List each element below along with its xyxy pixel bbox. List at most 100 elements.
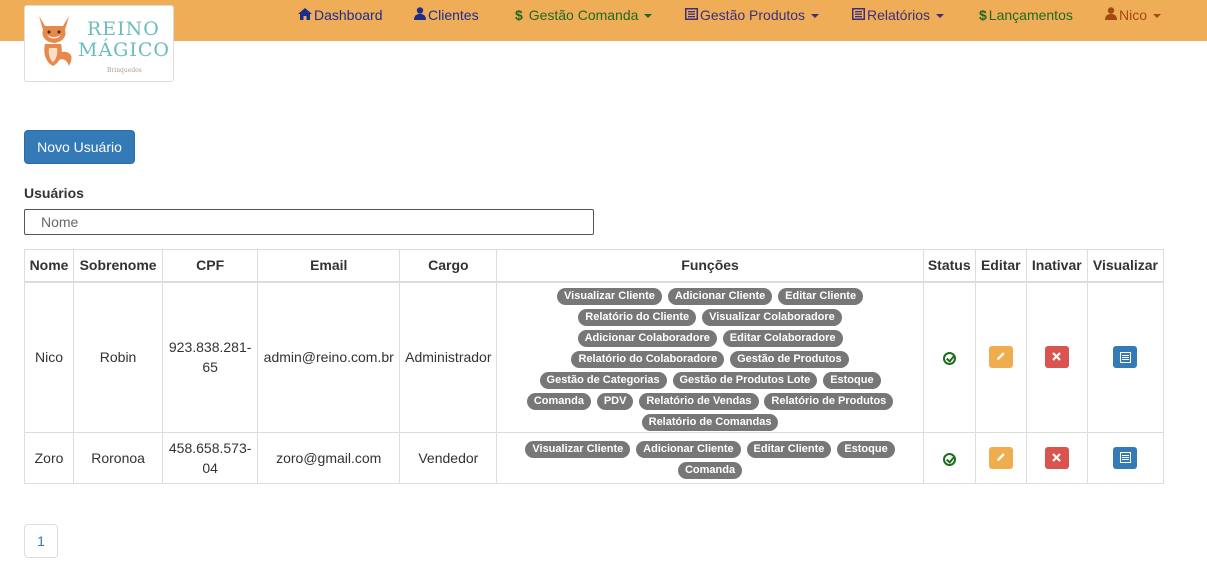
header-visualizar: Visualizar: [1086, 249, 1165, 283]
edit-button[interactable]: [988, 447, 1013, 469]
header-cargo: Cargo: [399, 249, 498, 283]
user-icon: [414, 0, 426, 30]
nav-relatorios[interactable]: Relatórios: [852, 0, 945, 30]
brand-line-1: REINO: [87, 18, 160, 40]
deactivate-button[interactable]: [1044, 346, 1069, 369]
cell-editar: [974, 281, 1027, 433]
role-badge: Editar Cliente: [746, 441, 832, 458]
users-table: Nome Sobrenome CPF Email Cargo Funções S…: [23, 249, 1165, 484]
header-nome: Nome: [23, 249, 75, 283]
users-section-title: Usuários: [24, 185, 84, 201]
brand-logo[interactable]: REINO MÁGICO Brinquedos: [24, 5, 174, 82]
cell-editar: [974, 432, 1027, 484]
brand-line-2: MÁGICO: [78, 39, 170, 61]
cell-cpf: 923.838.281-65: [162, 281, 259, 433]
nav-label: Lançamentos: [988, 7, 1073, 23]
name-search-input[interactable]: [24, 209, 594, 235]
role-badge: Visualizar Cliente: [557, 287, 662, 305]
caret-down-icon: [1153, 14, 1162, 19]
edit-button[interactable]: [988, 346, 1013, 369]
remove-icon: [1052, 352, 1062, 362]
nav-label: Gestão Comanda: [528, 7, 639, 23]
header-inativar: Inativar: [1025, 249, 1088, 283]
nav-clientes[interactable]: Clientes: [414, 0, 479, 30]
cell-cargo: Vendedor: [399, 432, 498, 484]
nav-gestao-comanda[interactable]: $ Gestão Comanda: [515, 0, 653, 30]
header-email: Email: [257, 249, 401, 283]
view-button[interactable]: [1113, 346, 1138, 369]
nav-label: Nico: [1119, 7, 1148, 23]
role-badge: Visualizar Colaboradore: [702, 308, 842, 326]
role-badge: Visualizar Cliente: [525, 441, 631, 458]
role-badge: PDV: [596, 392, 634, 410]
nav-label: Relatórios: [867, 7, 931, 23]
list-alt-icon: [852, 0, 865, 30]
view-button[interactable]: [1113, 447, 1138, 469]
role-badge: Relatório de Produtos: [764, 392, 894, 410]
deactivate-button[interactable]: [1044, 447, 1069, 469]
nav-dashboard[interactable]: Dashboard: [298, 0, 383, 30]
dollar-icon: $: [515, 7, 523, 23]
user-icon: [1105, 0, 1117, 30]
cell-cargo: Administrador: [399, 281, 498, 433]
cell-nome: Nico: [23, 281, 75, 433]
cell-nome: Zoro: [23, 432, 75, 484]
role-badge: Editar Colaboradore: [722, 329, 843, 347]
role-badge: Editar Cliente: [778, 287, 864, 305]
role-badge: Gestão de Categorias: [539, 371, 667, 389]
pencil-icon: [996, 453, 1005, 461]
list-alt-icon: [1119, 452, 1131, 464]
nav-lancamentos[interactable]: $ Lançamentos: [979, 0, 1073, 30]
table-row: Nico Robin 923.838.281-65 admin@reino.co…: [23, 281, 1165, 433]
cell-funcoes: Visualizar Cliente Adicionar Cliente Edi…: [496, 281, 924, 433]
role-badge: Gestão de Produtos: [730, 350, 849, 368]
cell-status: [922, 281, 976, 433]
header-editar: Editar: [974, 249, 1027, 283]
table-row: Zoro Roronoa 458.658.573-04 zoro@gmail.c…: [23, 432, 1165, 484]
top-navbar: Dashboard Clientes $ Gestão Comanda Gest…: [0, 0, 1207, 41]
header-funcoes: Funções: [496, 249, 924, 283]
caret-down-icon: [811, 14, 820, 19]
status-active-icon: [942, 452, 956, 466]
role-badge: Comanda: [526, 392, 591, 410]
remove-icon: [1052, 453, 1062, 462]
brand-subtitle: Brinquedos: [107, 67, 142, 74]
role-badge: Estoque: [823, 371, 881, 389]
nav-label: Clientes: [428, 7, 479, 23]
header-cpf: CPF: [162, 249, 259, 283]
cell-sobrenome: Roronoa: [73, 432, 164, 484]
cell-email: zoro@gmail.com: [257, 432, 401, 484]
caret-down-icon: [936, 14, 945, 19]
role-badge: Relatório do Cliente: [578, 308, 697, 326]
role-badge: Adicionar Cliente: [667, 287, 773, 305]
table-header-row: Nome Sobrenome CPF Email Cargo Funções S…: [23, 249, 1165, 283]
new-user-button[interactable]: Novo Usuário: [24, 130, 135, 164]
role-badge: Relatório de Comandas: [641, 413, 779, 431]
role-badge: Relatório de Vendas: [639, 392, 759, 410]
dollar-icon: $: [979, 7, 987, 23]
list-alt-icon: [1119, 351, 1131, 363]
cell-visualizar: [1086, 281, 1165, 433]
header-status: Status: [922, 249, 976, 283]
cell-cpf: 458.658.573-04: [162, 432, 259, 484]
role-badge: Gestão de Produtos Lote: [672, 371, 818, 389]
cell-visualizar: [1086, 432, 1165, 484]
cell-sobrenome: Robin: [73, 281, 164, 433]
list-alt-icon: [685, 0, 698, 30]
pencil-icon: [996, 352, 1005, 361]
role-badge: Comanda: [677, 462, 743, 479]
nav-gestao-produtos[interactable]: Gestão Produtos: [685, 0, 820, 30]
role-badge: Adicionar Colaboradore: [577, 329, 717, 347]
nav-label: Dashboard: [314, 7, 383, 23]
pagination-page-1[interactable]: 1: [24, 524, 58, 558]
cell-inativar: [1025, 281, 1088, 433]
home-icon: [298, 0, 312, 30]
cell-status: [922, 432, 976, 484]
header-sobrenome: Sobrenome: [73, 249, 164, 283]
fox-logo-icon: [39, 16, 73, 66]
role-badge: Estoque: [837, 441, 895, 458]
nav-user-menu[interactable]: Nico: [1105, 0, 1162, 30]
status-active-icon: [942, 352, 956, 366]
role-badge: Adicionar Cliente: [636, 441, 741, 458]
role-badge: Relatório do Colaboradore: [571, 350, 725, 368]
